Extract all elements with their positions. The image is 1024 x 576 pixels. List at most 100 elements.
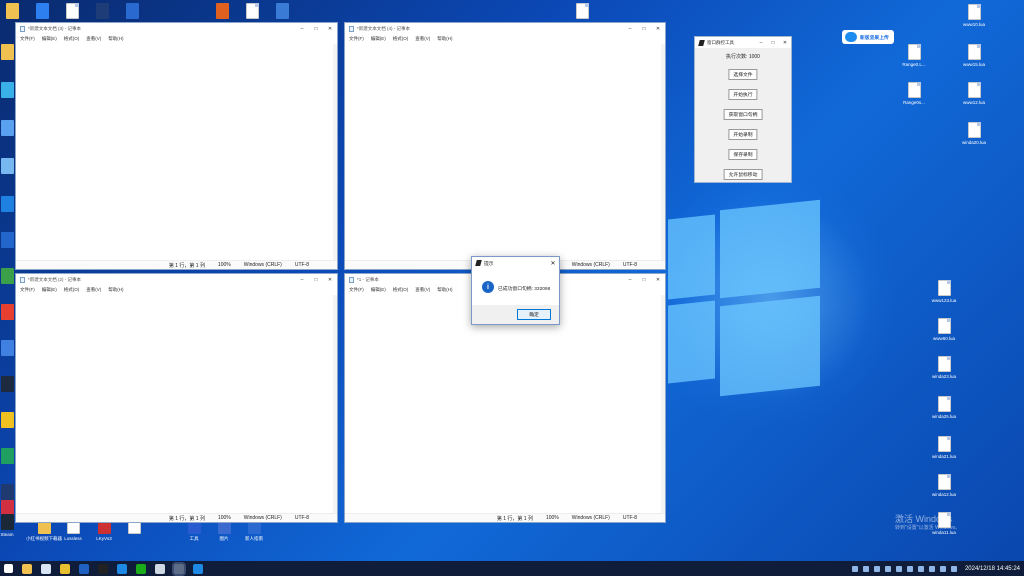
tray-icon[interactable]: [917, 565, 924, 572]
active-app-icon[interactable]: [174, 563, 184, 574]
menu-item[interactable]: 编辑(E): [371, 36, 386, 42]
edge-icon[interactable]: [79, 563, 89, 574]
menu-item[interactable]: 查看(V): [86, 36, 101, 42]
explorer-icon[interactable]: [22, 563, 32, 574]
file-icon[interactable]: winda23.lua: [923, 356, 965, 380]
tool-window[interactable]: 窗口群控工具 – □ ✕ 执行次数: 1000 选择文件 开始执行 获取窗口句柄 开始…: [694, 36, 792, 183]
qq-icon[interactable]: [98, 563, 108, 574]
dialog-title-bar[interactable]: 提示 ✕: [472, 257, 559, 269]
notepad-text-area[interactable]: [345, 44, 665, 260]
desktop-icon[interactable]: [261, 3, 303, 21]
minimize-icon[interactable]: –: [295, 277, 309, 283]
file-icon[interactable]: Range0.L...: [893, 44, 935, 68]
menu-item[interactable]: 格式(O): [64, 36, 80, 42]
allow-mouse-move-button[interactable]: 允许鼠标移动: [723, 169, 763, 180]
start-execute-button[interactable]: 开始执行: [728, 89, 758, 100]
minimize-icon[interactable]: –: [755, 40, 767, 46]
notepad-text-area[interactable]: [16, 44, 337, 260]
close-icon[interactable]: ✕: [779, 40, 791, 46]
tray-icon[interactable]: [950, 565, 957, 572]
ok-button[interactable]: 确定: [517, 309, 551, 320]
save-recording-button[interactable]: 保存录制: [728, 149, 758, 160]
start-recording-button[interactable]: 开始录制: [728, 129, 758, 140]
monitor-icon[interactable]: [193, 563, 203, 574]
tray-icon[interactable]: [939, 565, 946, 572]
notepad-window[interactable]: *新建文本文档 (3) - 记事本 – □ ✕ 文件(F) 编辑(E) 格式(O) 查看(V)…: [15, 22, 338, 270]
file-icon[interactable]: winda20.lua: [953, 122, 995, 146]
file-icon[interactable]: www15.lua: [953, 44, 995, 68]
app-gray-icon[interactable]: [155, 563, 165, 574]
tray-icon[interactable]: [928, 565, 935, 572]
file-icon[interactable]: www12.lua: [953, 82, 995, 106]
notepad-icon[interactable]: [41, 563, 51, 574]
notepad-title-bar[interactable]: *新建文本文档 (4) - 记事本 – □ ✕: [345, 23, 665, 34]
maximize-icon[interactable]: □: [309, 26, 323, 32]
notepad-text-area[interactable]: [345, 295, 665, 513]
tray-icon[interactable]: [895, 565, 902, 572]
file-icon[interactable]: www60.lua: [923, 318, 965, 342]
tray-icon[interactable]: [906, 565, 913, 572]
menu-item[interactable]: 格式(O): [393, 287, 409, 293]
desktop-icon[interactable]: [111, 3, 153, 21]
notepad-window[interactable]: *新建文本文档 (4) - 记事本 – □ ✕ 文件(F) 编辑(E) 格式(O) 查看(V)…: [344, 22, 666, 270]
wechat-icon[interactable]: [136, 563, 146, 574]
tray-icon[interactable]: [862, 565, 869, 572]
menu-item[interactable]: 文件(F): [20, 287, 35, 293]
close-icon[interactable]: ✕: [547, 260, 559, 267]
menu-item[interactable]: 文件(F): [349, 36, 364, 42]
scrollbar[interactable]: [661, 295, 665, 513]
menu-item[interactable]: 文件(F): [20, 36, 35, 42]
scrollbar[interactable]: [333, 44, 337, 260]
menu-item[interactable]: 编辑(E): [371, 287, 386, 293]
close-icon[interactable]: ✕: [651, 26, 665, 32]
tray-icon[interactable]: [884, 565, 891, 572]
notepad-title-bar[interactable]: *新建文本文档 (2) - 记事本 – □ ✕: [16, 274, 337, 285]
start-icon[interactable]: [4, 564, 13, 573]
clock[interactable]: 2024/12/18 14:45:24: [965, 566, 1020, 572]
file-icon[interactable]: www123.lua: [923, 280, 965, 304]
close-icon[interactable]: ✕: [323, 277, 337, 283]
menu-item[interactable]: 查看(V): [86, 287, 101, 293]
scrollbar[interactable]: [333, 295, 337, 513]
tray-icon[interactable]: [873, 565, 880, 572]
screenshot-icon[interactable]: [117, 563, 127, 574]
file-icon[interactable]: www10.lua: [953, 4, 995, 28]
maximize-icon[interactable]: □: [767, 40, 779, 46]
menu-item[interactable]: 编辑(E): [42, 36, 57, 42]
chrome-icon[interactable]: [60, 563, 70, 574]
scrollbar[interactable]: [661, 44, 665, 260]
get-window-handle-button[interactable]: 获取窗口句柄: [723, 109, 763, 120]
file-icon[interactable]: winda12.lua: [923, 474, 965, 498]
maximize-icon[interactable]: □: [637, 277, 651, 283]
tray-icon[interactable]: [851, 565, 858, 572]
menu-item[interactable]: 帮助(H): [108, 36, 123, 42]
close-icon[interactable]: ✕: [651, 277, 665, 283]
desktop-icon[interactable]: [561, 3, 603, 21]
file-icon[interactable]: winda25.lua: [923, 396, 965, 420]
info-dialog[interactable]: 提示 ✕ i 已成功窗口句柄: 332098 确定: [471, 256, 560, 325]
notepad-title-bar[interactable]: *新建文本文档 (3) - 记事本 – □ ✕: [16, 23, 337, 34]
menu-item[interactable]: 编辑(E): [42, 287, 57, 293]
notepad-window[interactable]: *新建文本文档 (2) - 记事本 – □ ✕ 文件(F) 编辑(E) 格式(O) 查看(V)…: [15, 273, 338, 523]
menu-item[interactable]: 文件(F): [349, 287, 364, 293]
menu-item[interactable]: 查看(V): [415, 287, 430, 293]
minimize-icon[interactable]: –: [623, 277, 637, 283]
menu-item[interactable]: 格式(O): [64, 287, 80, 293]
cloud-upload-button[interactable]: 新版坚果上传: [842, 30, 894, 44]
menu-item[interactable]: 帮助(H): [437, 287, 452, 293]
notepad-status-bar: 第 1 行，第 1 列 100% Windows (CRLF) UTF-8: [345, 513, 665, 522]
notepad-text-area[interactable]: [16, 295, 337, 513]
file-icon[interactable]: Range0s...: [893, 82, 935, 106]
select-file-button[interactable]: 选择文件: [728, 69, 758, 80]
menu-item[interactable]: 格式(O): [393, 36, 409, 42]
menu-item[interactable]: 帮助(H): [437, 36, 452, 42]
close-icon[interactable]: ✕: [323, 26, 337, 32]
menu-item[interactable]: 帮助(H): [108, 287, 123, 293]
minimize-icon[interactable]: –: [295, 26, 309, 32]
maximize-icon[interactable]: □: [637, 26, 651, 32]
file-icon[interactable]: winda21.lua: [923, 436, 965, 460]
minimize-icon[interactable]: –: [623, 26, 637, 32]
menu-item[interactable]: 查看(V): [415, 36, 430, 42]
maximize-icon[interactable]: □: [309, 277, 323, 283]
tool-title-bar[interactable]: 窗口群控工具 – □ ✕: [695, 37, 791, 48]
